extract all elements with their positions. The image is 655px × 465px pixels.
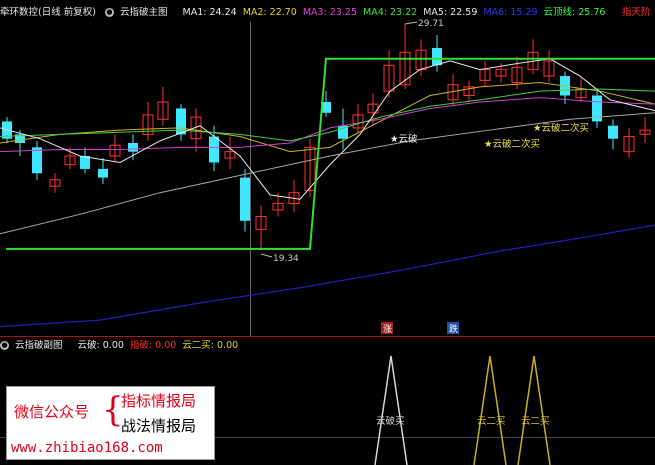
sub-peak-label-1: 云破买 — [376, 415, 405, 427]
ad-line2: 战法情报局 — [121, 417, 197, 435]
sub-header: ● 云指破副图 云破: 0.00 指破: 0.00 云二买: 0.00 — [0, 339, 250, 353]
low-marker — [260, 253, 273, 258]
candle-body-down — [209, 136, 219, 163]
ma-legend: MA1: 24.24 MA2: 22.70 MA3: 23.25 MA4: 23.22… — [183, 7, 612, 18]
sub-legend-item: 云破: 0.00 — [77, 340, 124, 351]
stock-name: 牵环数控(日线 前复权) — [0, 7, 96, 18]
header-tag: 指天阶 — [622, 7, 651, 18]
chart-window: 29.71 19.34 ★云破 ★云破二次买 ★云破二次买涨 跌云破买 云二买 云二买 牵环数… — [0, 0, 655, 465]
ma-legend-item: MA1: 24.24 — [182, 7, 237, 18]
ma2-line — [0, 82, 655, 153]
buy-signal-1: ★云破 — [390, 133, 418, 145]
sub-peak-1 — [374, 355, 408, 465]
settings-icon[interactable]: ● — [0, 341, 9, 350]
low-label: 19.34 — [273, 254, 299, 264]
buy-signal-3: ★云破二次买 — [533, 122, 589, 134]
ma-legend-item: 云顶线: 25.76 — [543, 7, 606, 18]
main-header: 牵环数控(日线 前复权) ● 云指破主图 MA1: 24.24 MA2: 22.70… — [0, 6, 651, 20]
high-marker — [404, 21, 418, 25]
candle-body-down — [432, 47, 442, 66]
buy-signal-2: ★云破二次买 — [484, 138, 540, 150]
ma-legend-item: MA2: 22.70 — [242, 7, 297, 18]
sub-peak-label-3: 云二买 — [521, 416, 550, 427]
ma-legend-item: MA3: 23.25 — [302, 7, 358, 18]
ma-legend-item: MA6: 15.29 — [483, 7, 538, 18]
high-label: 29.71 — [418, 19, 444, 29]
bottom-marker-red-label: 涨 — [383, 324, 392, 335]
candle-body-down — [240, 177, 250, 221]
bottom-marker-blue-label: 跌 — [449, 324, 458, 335]
ma6-line — [0, 224, 655, 328]
ad-url: www.zhibiao168.com — [11, 440, 163, 456]
sub-legend-item: 云二买: 0.00 — [182, 340, 239, 351]
ad-wechat: 微信公众号 — [14, 403, 90, 421]
sub-legend-item: 指破: 0.00 — [129, 340, 177, 351]
candle-body-down — [608, 125, 618, 139]
settings-icon[interactable]: ● — [104, 8, 114, 17]
ma-legend-item: MA5: 22.59 — [423, 7, 478, 18]
candle-body-down — [98, 168, 108, 178]
main-indicator[interactable]: ● 云指破主图 — [104, 7, 174, 18]
sub-peak-label-2: 云二买 — [477, 416, 506, 427]
candle-body-down — [32, 147, 42, 174]
sub-peak-2 — [473, 355, 507, 465]
watermark-ad: 微信公众号 { 指标情报局 战法情报局 www.zhibiao168.com — [6, 386, 215, 460]
candle-body-down — [80, 155, 90, 169]
ma-legend-item: MA4: 23.22 — [363, 7, 418, 18]
candle-body-down — [128, 143, 138, 152]
cloud-top-line — [6, 57, 655, 250]
sub-indicator[interactable]: ● 云指破副图 — [0, 340, 69, 351]
sub-legend: 云破: 0.00 指破: 0.00 云二买: 0.00 — [78, 340, 245, 351]
ad-line1: 指标情报局 — [121, 392, 197, 410]
sub-peak-3 — [517, 355, 551, 465]
